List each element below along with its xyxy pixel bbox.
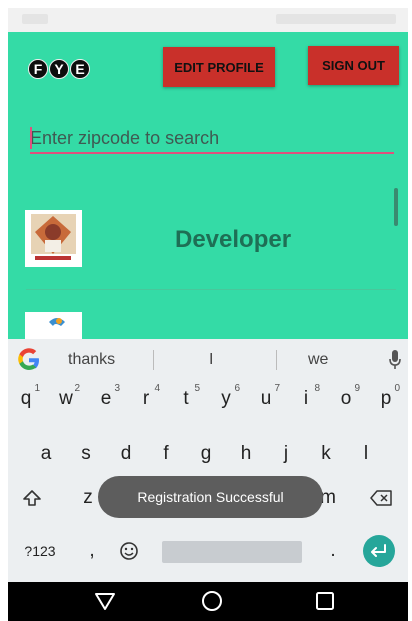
app-logo: F Y E: [28, 59, 90, 79]
mic-icon[interactable]: [388, 349, 402, 371]
navigation-bar: [8, 582, 408, 621]
list-item[interactable]: Developer: [8, 202, 408, 287]
registration-toast: Registration Successful: [98, 476, 323, 518]
key-d[interactable]: d: [112, 436, 140, 472]
sign-out-button[interactable]: SIGN OUT: [308, 46, 399, 85]
key-e[interactable]: e3: [92, 381, 120, 417]
key-k[interactable]: k: [312, 436, 340, 472]
key-j[interactable]: j: [272, 436, 300, 472]
zipcode-search-field[interactable]: [30, 124, 394, 154]
suggestion-word[interactable]: thanks: [68, 351, 115, 369]
backspace-icon: [370, 490, 392, 506]
key-s[interactable]: s: [72, 436, 100, 472]
status-icons-right: [276, 14, 396, 24]
suggestion-separator: [276, 350, 277, 370]
key-f[interactable]: f: [152, 436, 180, 472]
edit-profile-button[interactable]: EDIT PROFILE: [163, 47, 275, 87]
backspace-key[interactable]: [368, 480, 396, 516]
profile-thumbnail: [25, 312, 82, 339]
key-p[interactable]: p0: [372, 381, 400, 417]
list-divider: [26, 289, 396, 290]
back-triangle-icon[interactable]: [93, 589, 117, 613]
enter-key[interactable]: [363, 535, 395, 567]
key-w[interactable]: w2: [52, 381, 80, 417]
key-t[interactable]: t5: [172, 381, 200, 417]
key-y[interactable]: y6: [212, 381, 240, 417]
profile-thumbnail: [25, 210, 82, 267]
recents-square-icon[interactable]: [313, 589, 337, 613]
emoji-key[interactable]: [115, 533, 143, 569]
status-bar: [8, 8, 408, 32]
home-circle-icon[interactable]: [200, 589, 224, 613]
comma-key[interactable]: ,: [78, 533, 106, 569]
logo-letter-y: Y: [49, 59, 69, 79]
space-bar[interactable]: [162, 541, 302, 563]
enter-icon: [371, 544, 386, 557]
suggestion-word[interactable]: we: [308, 351, 328, 369]
logo-letter-f: F: [28, 59, 48, 79]
app-screen: F Y E EDIT PROFILE SIGN OUT Developer: [8, 32, 408, 339]
key-i[interactable]: i8: [292, 381, 320, 417]
key-a[interactable]: a: [32, 436, 60, 472]
text-cursor: [30, 127, 32, 149]
suggestion-separator: [153, 350, 154, 370]
key-o[interactable]: o9: [332, 381, 360, 417]
suggestion-word[interactable]: I: [209, 351, 213, 369]
key-u[interactable]: u7: [252, 381, 280, 417]
logo-letter-e: E: [70, 59, 90, 79]
key-q[interactable]: q1: [12, 381, 40, 417]
suggestion-strip: thanks I we: [8, 339, 408, 381]
key-g[interactable]: g: [192, 436, 220, 472]
status-icons-left: [22, 14, 48, 24]
period-key[interactable]: .: [319, 533, 347, 569]
key-l[interactable]: l: [352, 436, 380, 472]
google-icon[interactable]: [17, 348, 41, 372]
soft-keyboard: thanks I we q1 w2 e3 r4 t5 y6 u7 i8 o9 p…: [8, 339, 408, 582]
shift-icon: [23, 490, 41, 506]
key-h[interactable]: h: [232, 436, 260, 472]
zipcode-search-input[interactable]: [30, 124, 394, 152]
symbols-key[interactable]: ?123: [18, 533, 62, 569]
emoji-icon: [120, 542, 138, 560]
shift-key[interactable]: [18, 480, 46, 516]
key-r[interactable]: r4: [132, 381, 160, 417]
result-title: Developer: [175, 226, 292, 253]
